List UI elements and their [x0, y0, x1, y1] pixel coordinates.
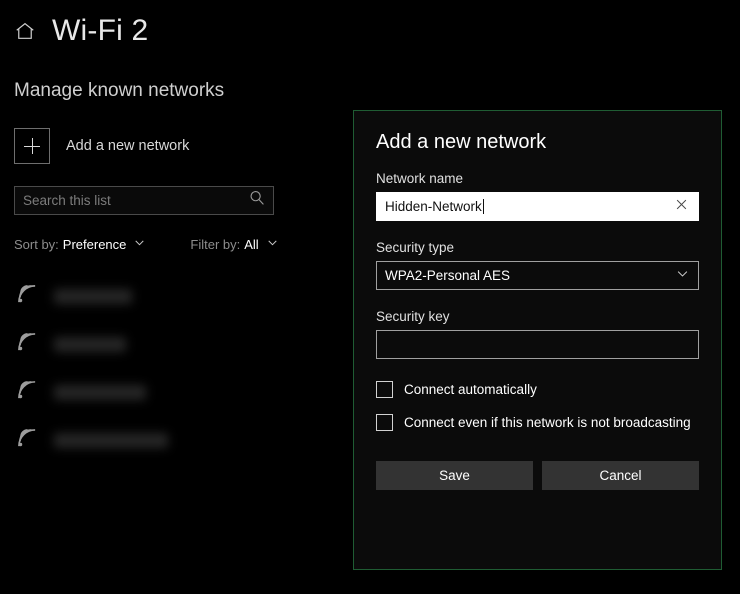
save-button[interactable]: Save [376, 461, 533, 490]
connect-not-broadcasting-label: Connect even if this network is not broa… [404, 415, 691, 430]
network-name-redacted [54, 288, 132, 304]
security-key-label: Security key [376, 309, 450, 324]
sort-filter-row: Sort by: Preference Filter by: All [14, 236, 279, 252]
connect-not-broadcasting-checkbox[interactable] [376, 414, 393, 431]
add-network-dialog: Add a new network Network name Hidden-Ne… [353, 110, 722, 570]
security-key-field[interactable] [385, 337, 690, 352]
list-item[interactable] [14, 368, 314, 416]
wifi-icon [14, 329, 40, 360]
sort-by-value: Preference [62, 236, 127, 252]
wifi-icon [14, 281, 40, 312]
connect-automatically-row[interactable]: Connect automatically [376, 381, 699, 398]
filter-by-dropdown[interactable]: Filter by: All [190, 236, 278, 252]
list-item[interactable] [14, 416, 314, 464]
known-networks-list [14, 272, 314, 464]
network-name-input[interactable]: Hidden-Network [376, 192, 699, 221]
section-title: Manage known networks [14, 80, 225, 101]
page-title: Wi-Fi 2 [52, 14, 149, 47]
network-name-value: Hidden-Network [385, 199, 482, 214]
sort-by-label: Sort by: [14, 236, 59, 252]
network-name-redacted [54, 336, 126, 352]
connect-automatically-label: Connect automatically [404, 382, 537, 397]
security-type-dropdown[interactable]: WPA2-Personal AES [376, 261, 699, 290]
security-type-label: Security type [376, 240, 455, 255]
search-icon[interactable] [246, 187, 273, 214]
network-name-redacted [54, 384, 146, 400]
list-item[interactable] [14, 320, 314, 368]
filter-by-label: Filter by: [190, 236, 241, 252]
search-input[interactable] [15, 193, 246, 208]
chevron-down-icon [675, 266, 690, 286]
page-header: Wi-Fi 2 [14, 16, 148, 46]
connect-not-broadcasting-row[interactable]: Connect even if this network is not broa… [376, 414, 699, 431]
chevron-down-icon [263, 236, 279, 252]
add-new-network-button[interactable]: Add a new network [14, 128, 189, 164]
dialog-title: Add a new network [376, 131, 547, 153]
list-item[interactable] [14, 272, 314, 320]
add-new-network-label: Add a new network [66, 138, 190, 154]
wifi-icon [14, 377, 40, 408]
security-type-value: WPA2-Personal AES [385, 268, 511, 283]
sort-by-dropdown[interactable]: Sort by: Preference [14, 236, 146, 252]
security-key-input[interactable] [376, 330, 699, 359]
wifi-icon [14, 425, 40, 456]
dialog-buttons: Save Cancel [376, 461, 699, 490]
network-name-redacted [54, 432, 168, 448]
search-box[interactable] [14, 186, 274, 215]
close-icon[interactable] [674, 197, 692, 217]
chevron-down-icon [130, 236, 146, 252]
filter-by-value: All [244, 236, 259, 252]
home-icon[interactable] [14, 20, 36, 42]
plus-icon [14, 128, 50, 164]
network-name-label: Network name [376, 171, 464, 186]
cancel-button[interactable]: Cancel [542, 461, 699, 490]
text-caret [482, 199, 484, 214]
connect-automatically-checkbox[interactable] [376, 381, 393, 398]
